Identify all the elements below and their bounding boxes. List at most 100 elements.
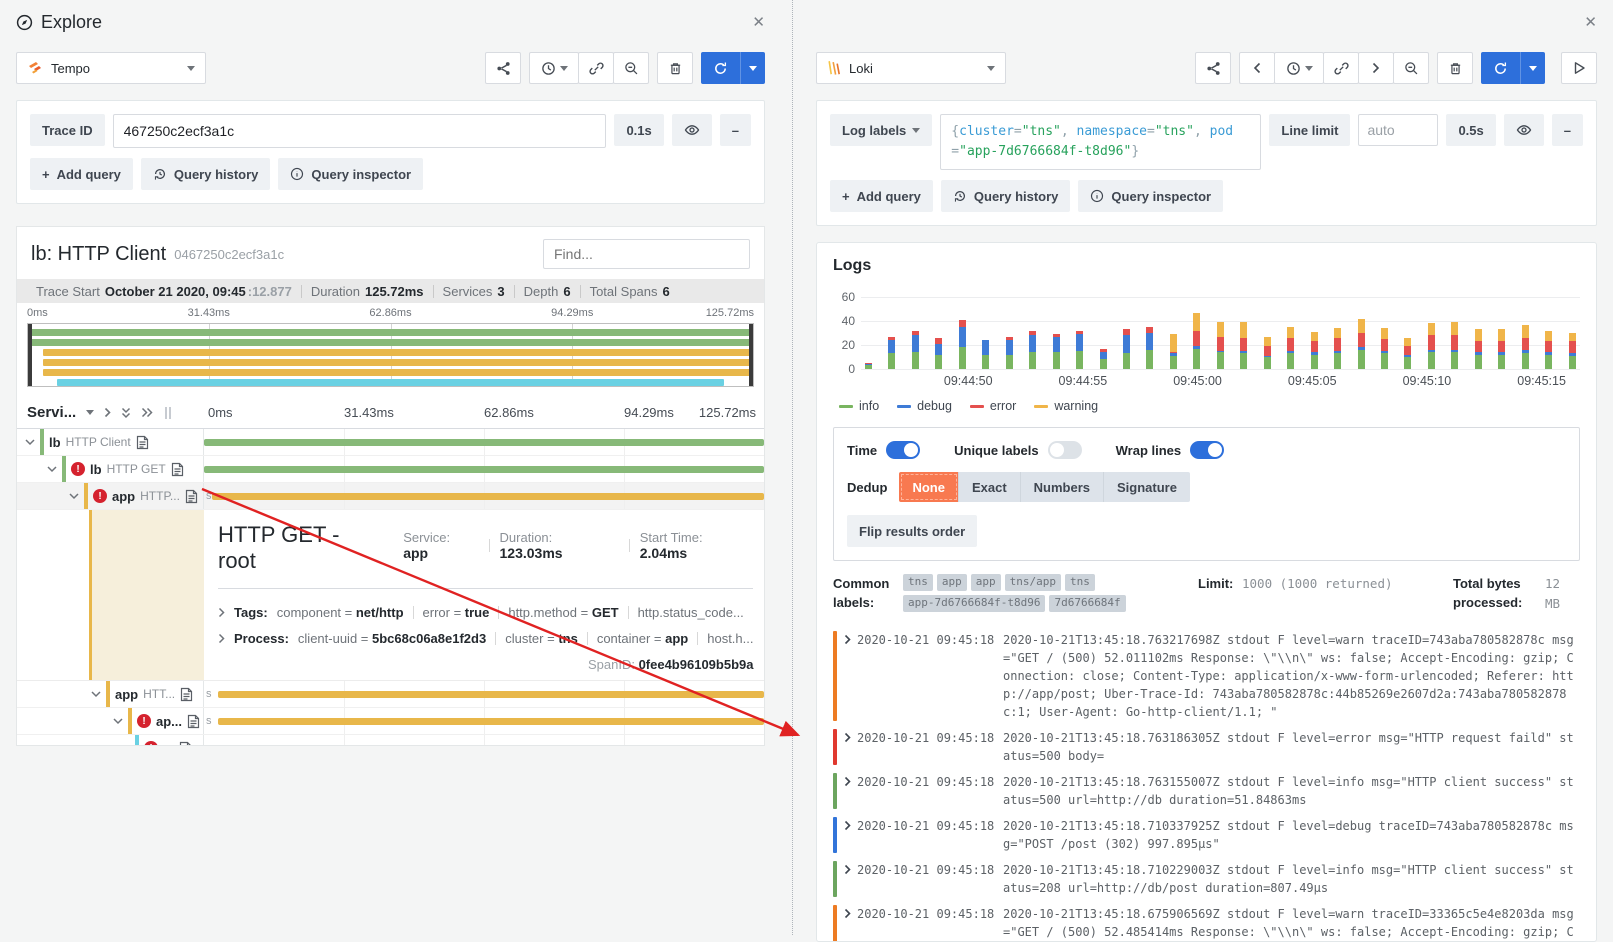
log-expand-chevron-icon[interactable] bbox=[837, 773, 857, 809]
span-duration-bar[interactable] bbox=[218, 691, 764, 698]
span-name-cell[interactable]: !ap... bbox=[17, 708, 204, 734]
column-resize-handle[interactable] bbox=[165, 407, 171, 419]
span-duration-bar[interactable] bbox=[212, 493, 764, 500]
stacked-bar[interactable] bbox=[1217, 322, 1224, 369]
time-range-button[interactable] bbox=[529, 52, 579, 84]
share-button[interactable] bbox=[1195, 52, 1231, 84]
stacked-bar[interactable] bbox=[888, 337, 895, 369]
log-expand-chevron-icon[interactable] bbox=[837, 631, 857, 721]
document-log-icon[interactable] bbox=[179, 741, 192, 747]
stacked-bar[interactable] bbox=[1334, 328, 1341, 369]
stacked-bar[interactable] bbox=[1287, 327, 1294, 369]
span-duration-bar[interactable] bbox=[224, 745, 745, 746]
stacked-bar[interactable] bbox=[982, 340, 989, 369]
clear-all-button[interactable] bbox=[1437, 52, 1473, 84]
collapse-chevron-icon[interactable] bbox=[25, 439, 35, 446]
zoom-out-button[interactable] bbox=[613, 52, 649, 84]
line-limit-input[interactable] bbox=[1358, 114, 1438, 146]
add-query-button[interactable]: +Add query bbox=[30, 158, 133, 190]
log-row[interactable]: 2020-10-21 09:45:18 2020-10-21T13:45:18.… bbox=[833, 814, 1580, 858]
span-row[interactable]: !ap...s bbox=[17, 708, 764, 735]
dedup-option-none[interactable]: None bbox=[899, 472, 959, 502]
log-row[interactable]: 2020-10-21 09:45:18 2020-10-21T13:45:18.… bbox=[833, 902, 1580, 942]
minimap-drag-handle[interactable] bbox=[749, 324, 753, 386]
span-name-cell[interactable]: !appHTTP... bbox=[17, 483, 204, 509]
span-timeline-cell[interactable] bbox=[204, 456, 764, 482]
stacked-bar[interactable] bbox=[1006, 337, 1013, 369]
query-inspector-button[interactable]: Query inspector bbox=[1078, 180, 1223, 212]
stacked-bar[interactable] bbox=[1264, 337, 1271, 369]
span-tags-row[interactable]: Tags:component = net/httperror = truehtt… bbox=[218, 605, 753, 620]
stacked-bar[interactable] bbox=[1522, 325, 1529, 369]
document-log-icon[interactable] bbox=[187, 714, 200, 729]
span-row[interactable]: !lbHTTP GET bbox=[17, 456, 764, 483]
dedup-option-exact[interactable]: Exact bbox=[959, 472, 1021, 502]
share-button[interactable] bbox=[485, 52, 521, 84]
expand-chevron-icon[interactable] bbox=[218, 607, 225, 618]
log-expand-chevron-icon[interactable] bbox=[837, 729, 857, 765]
chevron-right-icon[interactable] bbox=[104, 407, 111, 418]
span-timeline-cell[interactable] bbox=[204, 429, 764, 455]
log-expand-chevron-icon[interactable] bbox=[837, 905, 857, 942]
span-timeline-cell[interactable]: s bbox=[204, 708, 764, 734]
expand-chevron-icon[interactable] bbox=[218, 633, 225, 644]
log-row[interactable]: 2020-10-21 09:45:18 2020-10-21T13:45:18.… bbox=[833, 770, 1580, 814]
stacked-bar[interactable] bbox=[1358, 319, 1365, 369]
datasource-picker-tempo[interactable]: Tempo bbox=[16, 52, 206, 84]
pane-split-divider[interactable] bbox=[792, 0, 793, 935]
log-labels-dropdown[interactable]: Log labels bbox=[830, 114, 932, 146]
dedup-option-signature[interactable]: Signature bbox=[1104, 472, 1190, 502]
legend-item[interactable]: debug bbox=[897, 399, 952, 413]
span-duration-bar[interactable] bbox=[204, 439, 764, 446]
stacked-bar[interactable] bbox=[935, 338, 942, 369]
stacked-bar[interactable] bbox=[1170, 334, 1177, 369]
stacked-bar[interactable] bbox=[1498, 329, 1505, 369]
logql-query-input[interactable]: {cluster="tns", namespace="tns", pod="ap… bbox=[940, 114, 1261, 170]
toggle-query-visibility-button[interactable] bbox=[1504, 114, 1544, 146]
stacked-bar[interactable] bbox=[1451, 322, 1458, 369]
span-row[interactable]: !appHTTP...s bbox=[17, 483, 764, 510]
span-row[interactable]: lbHTTP Client bbox=[17, 429, 764, 456]
toggle-query-visibility-button[interactable] bbox=[672, 114, 712, 146]
time-range-button[interactable] bbox=[1274, 52, 1324, 84]
chevron-down-icon[interactable] bbox=[86, 410, 94, 415]
add-query-button[interactable]: +Add query bbox=[830, 180, 933, 212]
span-timeline-cell[interactable]: s bbox=[204, 483, 764, 509]
stacked-bar[interactable] bbox=[1475, 329, 1482, 369]
time-shift-forward-button[interactable] bbox=[1358, 52, 1394, 84]
span-row[interactable]: !...ms bbox=[17, 735, 764, 746]
refresh-button[interactable] bbox=[1481, 52, 1521, 84]
link-split-button[interactable] bbox=[1323, 52, 1359, 84]
stacked-bar[interactable] bbox=[959, 320, 966, 369]
toggle-switch[interactable] bbox=[1048, 441, 1082, 459]
zoom-out-button[interactable] bbox=[1393, 52, 1429, 84]
log-expand-chevron-icon[interactable] bbox=[837, 817, 857, 853]
span-name-cell[interactable]: appHTT... bbox=[17, 681, 204, 707]
time-shift-back-button[interactable] bbox=[1239, 52, 1275, 84]
query-history-button[interactable]: Query history bbox=[141, 158, 271, 190]
collapse-chevron-icon[interactable] bbox=[113, 718, 123, 725]
query-history-button[interactable]: Query history bbox=[941, 180, 1071, 212]
chart-plot-area[interactable] bbox=[861, 297, 1580, 369]
refresh-interval-dropdown[interactable] bbox=[741, 52, 765, 84]
remove-query-button[interactable]: – bbox=[1552, 114, 1583, 146]
stacked-bar[interactable] bbox=[1381, 328, 1388, 369]
trace-minimap[interactable] bbox=[27, 323, 754, 387]
stacked-bar[interactable] bbox=[1428, 323, 1435, 369]
log-expand-chevron-icon[interactable] bbox=[837, 861, 857, 897]
stacked-bar[interactable] bbox=[1240, 322, 1247, 369]
collapse-chevron-icon[interactable] bbox=[69, 493, 79, 500]
span-name-cell[interactable]: !lbHTTP GET bbox=[17, 456, 204, 482]
stacked-bar[interactable] bbox=[1100, 349, 1107, 369]
query-inspector-button[interactable]: Query inspector bbox=[278, 158, 423, 190]
stacked-bar[interactable] bbox=[1029, 331, 1036, 369]
stacked-bar[interactable] bbox=[1404, 338, 1411, 369]
stacked-bar[interactable] bbox=[1123, 329, 1130, 369]
legend-item[interactable]: error bbox=[970, 399, 1016, 413]
refresh-button[interactable] bbox=[701, 52, 741, 84]
stacked-bar[interactable] bbox=[1311, 332, 1318, 369]
clear-all-button[interactable] bbox=[657, 52, 693, 84]
minimap-drag-handle[interactable] bbox=[28, 324, 32, 386]
stacked-bar[interactable] bbox=[1569, 333, 1576, 369]
close-right-pane-icon[interactable]: ✕ bbox=[1584, 13, 1597, 31]
